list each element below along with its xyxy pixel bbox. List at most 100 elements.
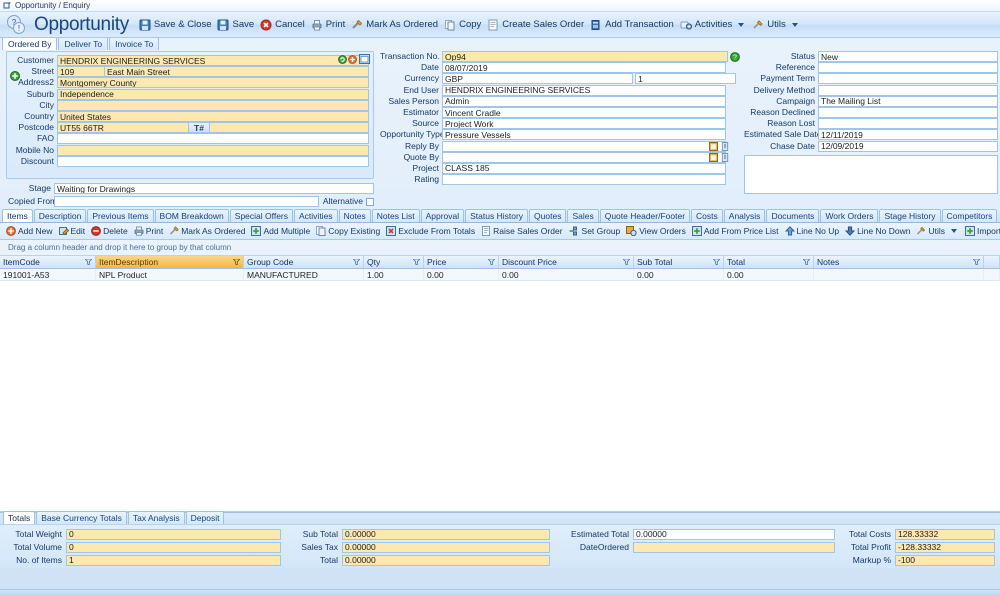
total-weight-input[interactable]: 0 <box>66 528 281 540</box>
sales-person-input[interactable]: Admin <box>442 95 726 107</box>
column-header-price[interactable]: Price <box>424 256 499 268</box>
suburb-input[interactable]: Independence <box>57 88 369 100</box>
line-no-up-button[interactable]: Line No Up <box>782 225 843 237</box>
view-orders-button[interactable]: View Orders <box>623 225 689 237</box>
reply-by-clear-icon[interactable] <box>721 141 729 151</box>
open-customer-icon[interactable] <box>359 54 370 64</box>
tab-quote-header-footer[interactable]: Quote Header/Footer <box>599 209 691 222</box>
column-header-itemcode[interactable]: ItemCode <box>0 256 96 268</box>
mark-as-ordered-button[interactable]: Mark As Ordered <box>349 18 442 32</box>
add-transaction-button[interactable]: Add Transaction <box>588 18 678 32</box>
activities-dropdown-caret[interactable] <box>738 22 745 27</box>
fao-input[interactable] <box>57 133 369 145</box>
reply-by-input[interactable] <box>442 140 726 152</box>
column-header-notes[interactable]: Notes <box>814 256 984 268</box>
sales-tax-input[interactable]: 0.00000 <box>342 541 550 553</box>
grid-utils-button[interactable]: Utils <box>913 225 962 237</box>
tab-invoice-to[interactable]: Invoice To <box>109 37 160 50</box>
cancel-button[interactable]: Cancel <box>258 18 309 32</box>
tab-bom-breakdown[interactable]: BOM Breakdown <box>154 209 229 222</box>
copy-existing-button[interactable]: Copy Existing <box>313 225 383 237</box>
tab-sales[interactable]: Sales <box>567 209 599 222</box>
set-group-button[interactable]: Set Group <box>566 225 624 237</box>
grid-mark-as-ordered-button[interactable]: Mark As Ordered <box>166 225 248 237</box>
stage-input[interactable]: Waiting for Drawings <box>54 183 374 195</box>
end-user-input[interactable]: HENDRIX ENGINEERING SERVICES <box>442 84 726 96</box>
source-input[interactable]: Project Work <box>442 118 726 130</box>
tab-documents[interactable]: Documents <box>766 209 820 222</box>
group-by-drop-area[interactable]: Drag a column header and drop it here to… <box>0 240 1000 256</box>
edit-button[interactable]: Edit <box>56 225 89 237</box>
currency-input[interactable]: GBP <box>442 73 633 85</box>
tab-notes[interactable]: Notes <box>338 209 371 222</box>
date-ordered-input[interactable] <box>633 541 835 553</box>
import-items-button[interactable]: Import Items <box>962 225 1000 237</box>
currency-rate-input[interactable]: 1 <box>635 73 736 85</box>
tab-competitors[interactable]: Competitors <box>941 209 998 222</box>
add-multiple-button[interactable]: Add Multiple <box>248 225 313 237</box>
column-header-qty[interactable]: Qty <box>364 256 424 268</box>
payment-term-input[interactable] <box>818 73 998 85</box>
delete-button[interactable]: Delete <box>88 225 131 237</box>
project-input[interactable]: CLASS 185 <box>442 162 726 174</box>
line-no-down-button[interactable]: Line No Down <box>842 225 913 237</box>
opportunity-type-input[interactable]: Pressure Vessels <box>442 129 726 141</box>
exclude-from-totals-button[interactable]: Exclude From Totals <box>383 225 478 237</box>
notes-textarea[interactable] <box>744 154 998 194</box>
tab-description[interactable]: Description <box>33 209 87 222</box>
street-number-input[interactable]: 109 <box>57 66 105 78</box>
utils-button[interactable]: Utils <box>750 18 803 32</box>
delivery-method-input[interactable] <box>818 84 998 96</box>
postcode-input[interactable]: UT55 66TR <box>57 122 189 134</box>
reply-by-calendar-icon[interactable] <box>709 141 718 151</box>
estimator-input[interactable]: Vincent Cradle <box>442 107 726 119</box>
tab-approval[interactable]: Approval <box>420 209 465 222</box>
estimated-sale-date-input[interactable]: 12/11/2019 <box>818 129 998 141</box>
reason-declined-input[interactable] <box>818 107 998 119</box>
tab-deliver-to[interactable]: Deliver To <box>58 37 109 50</box>
tab-status-history[interactable]: Status History <box>465 209 529 222</box>
copied-from-input[interactable] <box>54 196 319 208</box>
add-new-button[interactable]: Add New <box>3 225 56 237</box>
grid-print-button[interactable]: Print <box>131 225 166 237</box>
save-and-close-button[interactable]: Save & Close <box>137 18 216 32</box>
help-icon[interactable]: ? <box>730 51 740 62</box>
tab-previous-items[interactable]: Previous Items <box>87 209 154 222</box>
tab-activities[interactable]: Activities <box>294 209 338 222</box>
print-button[interactable]: Print <box>309 18 350 32</box>
country-input[interactable]: United States <box>57 111 369 123</box>
total-volume-input[interactable]: 0 <box>66 541 281 553</box>
refresh-customer-icon[interactable] <box>338 55 347 64</box>
discount-input[interactable] <box>57 155 369 167</box>
add-from-price-list-button[interactable]: Add From Price List <box>689 225 782 237</box>
reference-input[interactable] <box>818 62 998 74</box>
tab-tax-analysis[interactable]: Tax Analysis <box>127 511 185 524</box>
tab-work-orders[interactable]: Work Orders <box>820 209 879 222</box>
tab-notes-list[interactable]: Notes List <box>371 209 420 222</box>
help-question-icon[interactable]: ? ! <box>6 14 28 36</box>
activities-button[interactable]: Activities <box>678 18 750 32</box>
total-costs-input[interactable]: 128.33332 <box>895 528 995 540</box>
utils-dropdown-caret[interactable] <box>791 22 798 27</box>
save-button[interactable]: Save <box>215 18 258 32</box>
add-customer-icon[interactable] <box>348 55 357 64</box>
total-profit-input[interactable]: -128.33332 <box>895 541 995 553</box>
total-input[interactable]: 0.00000 <box>342 554 550 566</box>
copy-button[interactable]: Copy <box>442 18 485 32</box>
tab-analysis[interactable]: Analysis <box>723 209 766 222</box>
column-header-sub-total[interactable]: Sub Total <box>634 256 724 268</box>
tab-quotes[interactable]: Quotes <box>529 209 567 222</box>
raise-sales-order-button[interactable]: Raise Sales Order <box>478 225 565 237</box>
reason-lost-input[interactable] <box>818 118 998 130</box>
column-header-total[interactable]: Total <box>724 256 814 268</box>
city-input[interactable] <box>57 99 369 111</box>
status-input[interactable]: New <box>818 51 998 63</box>
tab-special-offers[interactable]: Special Offers <box>229 209 294 222</box>
column-header-group-code[interactable]: Group Code <box>244 256 364 268</box>
grid-utils-dropdown-caret[interactable] <box>950 229 957 233</box>
estimated-total-input[interactable]: 0.00000 <box>633 528 835 540</box>
rating-input[interactable] <box>442 174 726 186</box>
telephone-input[interactable] <box>209 122 369 134</box>
quote-by-input[interactable] <box>442 151 726 163</box>
tab-stage-history[interactable]: Stage History <box>879 209 941 222</box>
